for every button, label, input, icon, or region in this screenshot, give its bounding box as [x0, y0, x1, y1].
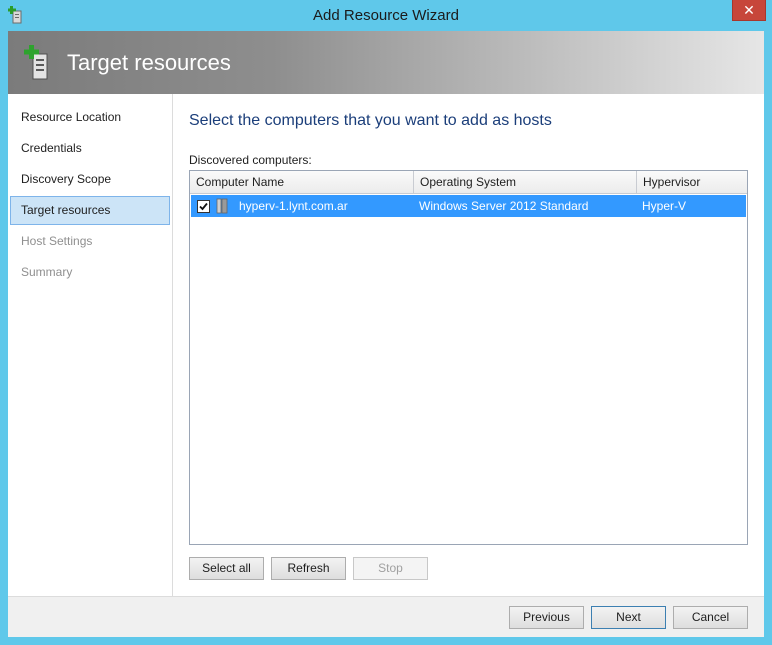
step-credentials[interactable]: Credentials: [10, 134, 170, 163]
wizard-banner: Target resources: [8, 31, 764, 94]
wizard-footer: Previous Next Cancel: [8, 596, 764, 637]
window-title: Add Resource Wizard: [313, 7, 459, 24]
main-panel: Select the computers that you want to ad…: [174, 94, 764, 596]
page-title: Target resources: [67, 50, 231, 75]
cell-hypervisor: Hyper-V: [642, 199, 687, 213]
title-bar[interactable]: Add Resource Wizard ✕: [0, 0, 772, 31]
cancel-button[interactable]: Cancel: [673, 606, 748, 629]
add-server-icon: [24, 45, 54, 81]
column-header-hypervisor[interactable]: Hypervisor: [637, 171, 747, 194]
wizard-window: Add Resource Wizard ✕ Target resources R…: [0, 0, 772, 645]
server-icon: [216, 198, 228, 214]
step-resource-location[interactable]: Resource Location: [10, 103, 170, 132]
wizard-steps-sidebar: Resource Location Credentials Discovery …: [8, 94, 173, 596]
close-button[interactable]: ✕: [732, 0, 766, 21]
discovered-computers-grid[interactable]: Computer Name Operating System Hyperviso…: [189, 170, 748, 545]
step-target-resources[interactable]: Target resources: [10, 196, 170, 225]
wizard-body: Target resources Resource Location Crede…: [8, 31, 764, 637]
refresh-button[interactable]: Refresh: [271, 557, 346, 580]
section-heading: Select the computers that you want to ad…: [189, 112, 552, 129]
next-button[interactable]: Next: [591, 606, 666, 629]
column-header-computer-name[interactable]: Computer Name: [190, 171, 414, 194]
select-all-button[interactable]: Select all: [189, 557, 264, 580]
step-summary: Summary: [21, 265, 73, 279]
grid-header: Computer Name Operating System Hyperviso…: [190, 171, 747, 194]
cell-computer-name: hyperv-1.lynt.com.ar: [239, 199, 348, 213]
step-host-settings: Host Settings: [21, 234, 93, 248]
step-discovery-scope[interactable]: Discovery Scope: [10, 165, 170, 194]
discovered-computers-label: Discovered computers:: [189, 153, 312, 167]
cell-operating-system: Windows Server 2012 Standard: [419, 199, 589, 213]
previous-button[interactable]: Previous: [509, 606, 584, 629]
column-header-operating-system[interactable]: Operating System: [414, 171, 637, 194]
row-checkbox[interactable]: [197, 200, 210, 213]
table-row[interactable]: hyperv-1.lynt.com.ar Windows Server 2012…: [191, 195, 746, 217]
stop-button: Stop: [353, 557, 428, 580]
